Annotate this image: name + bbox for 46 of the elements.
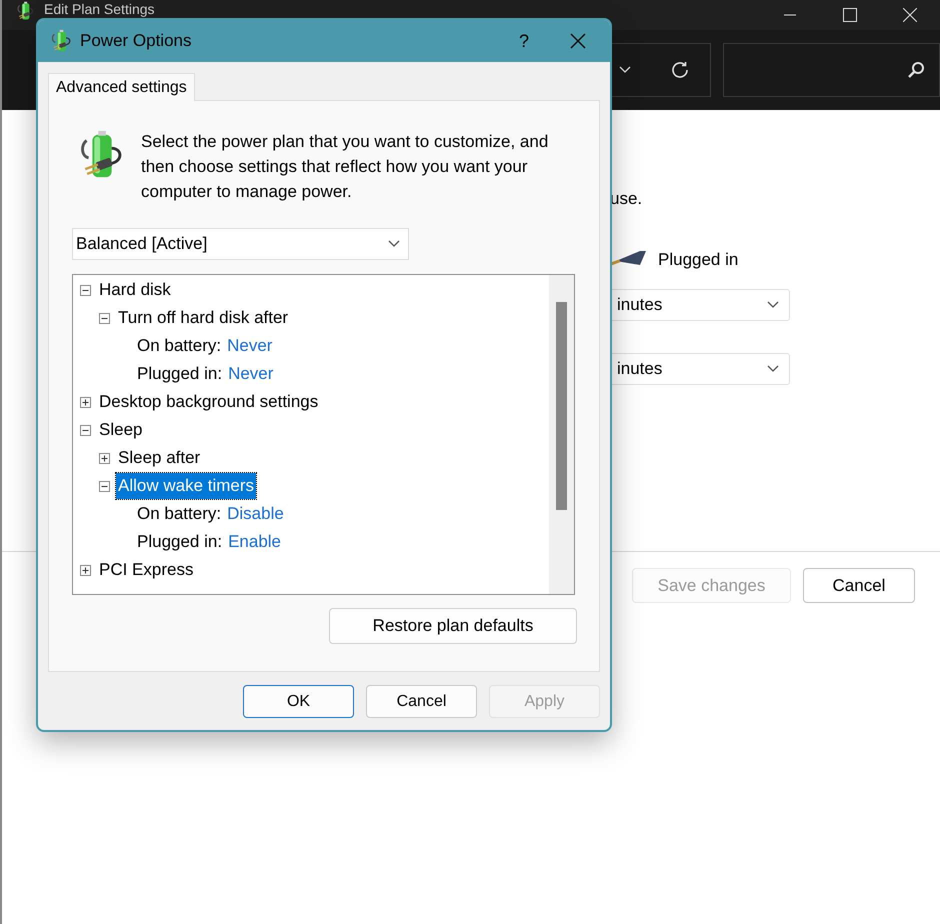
window-title: Edit Plan Settings <box>44 1 155 17</box>
tree-item[interactable]: Turn off hard disk after <box>118 305 288 331</box>
help-button[interactable]: ? <box>504 23 544 59</box>
setting-value-link[interactable]: Enable <box>228 529 282 555</box>
setting-value-link[interactable]: Never <box>228 361 274 387</box>
plugged-in-label: Plugged in <box>658 248 738 271</box>
chevron-down-icon <box>767 300 779 308</box>
setting-value-link[interactable]: Never <box>227 333 272 359</box>
maximize-icon <box>843 8 857 22</box>
search-icon <box>907 61 925 79</box>
refresh-icon[interactable] <box>670 60 690 80</box>
close-icon <box>903 8 917 22</box>
dialog-button[interactable]: Cancel <box>366 685 477 718</box>
intro-text: Select the power plan that you want to customize, and then choose settings that reflect how you want your computer to manage power. <box>141 131 550 203</box>
expand-icon[interactable] <box>80 396 91 408</box>
cancel-button[interactable]: Cancel <box>803 568 915 603</box>
close-icon <box>570 33 586 49</box>
tree-item[interactable]: Hard disk <box>99 277 171 303</box>
setting-value-link[interactable]: Disable <box>227 501 284 527</box>
setting-label: Plugged in: <box>137 363 222 386</box>
chevron-down-icon <box>388 240 400 248</box>
chevron-down-icon <box>618 66 631 74</box>
tab[interactable]: Advanced settings <box>48 73 195 101</box>
minimize-icon <box>784 14 796 16</box>
collapse-icon[interactable] <box>99 312 110 324</box>
tree-item[interactable]: Allow wake timers <box>116 473 256 499</box>
tree-item[interactable]: PCI Express <box>99 557 194 583</box>
app-icon <box>16 1 36 21</box>
tree-item[interactable]: Sleep after <box>118 445 200 471</box>
collapse-icon[interactable] <box>99 480 110 492</box>
expand-icon[interactable] <box>99 452 110 464</box>
setting-label: Plugged in: <box>137 531 222 554</box>
setting-label: On battery: <box>137 503 222 526</box>
search-field[interactable] <box>722 43 940 97</box>
tree-item[interactable]: Sleep <box>99 417 142 443</box>
collapse-icon[interactable] <box>80 424 91 436</box>
scrollbar[interactable] <box>549 275 574 594</box>
dialog-title: Power Options <box>80 30 192 52</box>
dialog-button[interactable]: OK <box>243 685 354 718</box>
chevron-down-icon <box>767 364 779 372</box>
restore-defaults-button[interactable]: Restore plan defaults <box>329 608 577 644</box>
tree-item[interactable]: Desktop background settings <box>99 389 318 415</box>
setting-label: On battery: <box>137 335 222 358</box>
plan-dropdown[interactable]: Balanced [Active] <box>72 228 409 260</box>
collapse-icon[interactable] <box>80 284 91 296</box>
expand-icon[interactable] <box>80 564 91 576</box>
